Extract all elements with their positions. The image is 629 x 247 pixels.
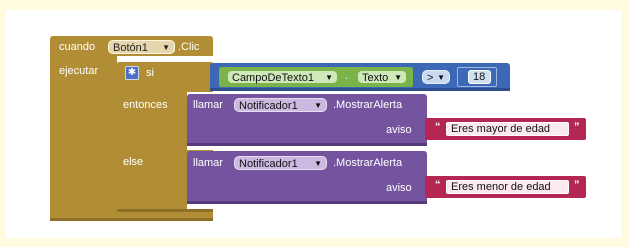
textbox-component-value: CampoDeTexto1 <box>232 72 314 84</box>
gear-icon[interactable]: ✱ <box>125 66 139 80</box>
chevron-down-icon: ▼ <box>162 43 170 52</box>
quote-icon: ” <box>574 121 580 133</box>
then-aviso-label: aviso <box>386 124 412 136</box>
then-text-input[interactable]: Eres mayor de edad <box>446 122 569 136</box>
then-method-label: .MostrarAlerta <box>333 99 403 111</box>
entonces-label: entonces <box>123 99 168 111</box>
cuando-label: cuando <box>59 41 96 53</box>
then-notifier-value: Notificador1 <box>239 100 298 112</box>
else-notifier-value: Notificador1 <box>239 158 298 170</box>
quote-icon: ” <box>574 179 580 191</box>
event-block-shadow <box>50 218 213 221</box>
compare-operator-value: > <box>427 72 434 84</box>
else-method-label: .MostrarAlerta <box>333 157 403 169</box>
else-llamar-label: llamar <box>193 157 223 169</box>
property-dropdown[interactable]: Texto ▼ <box>357 70 407 84</box>
event-component-value: Botón1 <box>113 42 148 54</box>
compare-operator-dropdown[interactable]: > ▼ <box>422 70 450 84</box>
blocks-workspace[interactable]: cuando Botón1 ▼ .Clic ejecutar ✱ si ento… <box>5 10 621 238</box>
chevron-down-icon: ▼ <box>394 73 402 82</box>
else-text-input[interactable]: Eres menor de edad <box>446 180 569 194</box>
quote-icon: “ <box>435 121 441 133</box>
event-name-label: .Clic <box>178 41 200 53</box>
else-label: else <box>123 156 144 168</box>
chevron-down-icon: ▼ <box>437 73 445 82</box>
ejecutar-label: ejecutar <box>59 65 99 77</box>
chevron-down-icon: ▼ <box>314 159 322 168</box>
quote-icon: “ <box>435 179 441 191</box>
else-procedure-shadow <box>187 201 427 204</box>
math-block-shadow <box>210 88 510 91</box>
else-notifier-dropdown[interactable]: Notificador1 ▼ <box>234 156 327 170</box>
textbox-component-dropdown[interactable]: CampoDeTexto1 ▼ <box>227 70 338 84</box>
then-llamar-label: llamar <box>193 99 223 111</box>
si-label: si <box>146 67 154 79</box>
property-value: Texto <box>362 72 389 84</box>
number-input[interactable]: 18 <box>468 70 491 84</box>
chevron-down-icon: ▼ <box>314 101 322 110</box>
event-component-dropdown[interactable]: Botón1 ▼ <box>108 40 175 54</box>
then-notifier-dropdown[interactable]: Notificador1 ▼ <box>234 98 327 112</box>
chevron-down-icon: ▼ <box>325 73 333 82</box>
if-block-bottom-shadow <box>117 209 213 212</box>
property-dot: . <box>345 70 349 82</box>
else-aviso-label: aviso <box>386 182 412 194</box>
then-procedure-shadow <box>187 143 427 146</box>
